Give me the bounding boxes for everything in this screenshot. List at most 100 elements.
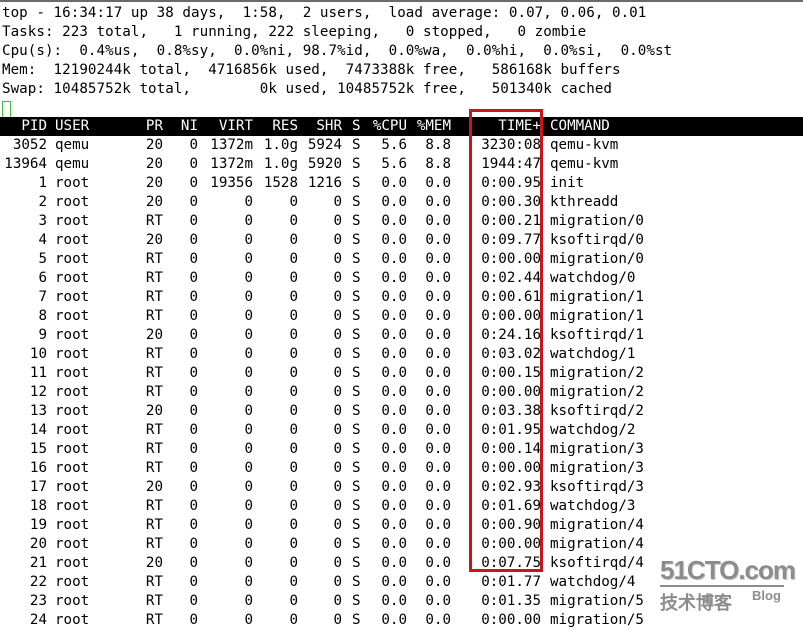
cell-pid: 5 [38, 251, 47, 267]
cell-shr: 1216 [307, 175, 342, 191]
cell-pid: 4 [38, 232, 47, 248]
cell-res: 0 [289, 384, 298, 400]
cell-mem: 0.0 [425, 574, 451, 590]
cell-user: root [55, 498, 90, 514]
cell-pr: 20 [145, 232, 163, 248]
cell-pid: 18 [29, 498, 47, 514]
cell-virt: 0 [244, 384, 253, 400]
cell-cpu: 0.0 [381, 441, 407, 457]
process-row[interactable]: 12 root RT 0 0 0 0 S 0.0 0.0 0:00.00 migration/2 [0, 383, 803, 402]
cell-res: 0 [289, 422, 298, 438]
cell-pr: RT [145, 289, 163, 305]
cell-pr: RT [145, 346, 163, 362]
cell-pid: 16 [29, 460, 47, 476]
cell-pid: 3052 [12, 137, 47, 153]
col-command[interactable]: COMMAND [550, 117, 610, 136]
col-ni[interactable]: NI [181, 117, 198, 136]
cell-mem: 0.0 [425, 194, 451, 210]
cell-mem: 0.0 [425, 289, 451, 305]
cell-state: S [352, 289, 361, 305]
col-cpu[interactable]: %CPU [373, 117, 407, 136]
cell-res: 0 [289, 270, 298, 286]
process-row[interactable]: 1 root 20 0 19356 1528 1216 S 0.0 0.0 0:00.95 init [0, 174, 803, 193]
cell-command: migration/2 [550, 365, 644, 381]
cell-pid: 13964 [4, 156, 47, 172]
col-shr[interactable]: SHR [316, 117, 342, 136]
cell-command: ksoftirqd/0 [550, 232, 644, 248]
cell-pr: 20 [145, 555, 163, 571]
cell-cpu: 0.0 [381, 270, 407, 286]
process-row[interactable]: 6 root RT 0 0 0 0 S 0.0 0.0 0:02.44 watchdog/0 [0, 269, 803, 288]
cell-cpu: 0.0 [381, 574, 407, 590]
col-virt[interactable]: VIRT [219, 117, 253, 136]
col-res[interactable]: RES [272, 117, 298, 136]
process-row[interactable]: 13964 qemu 20 0 1372m 1.0g 5920 S 5.6 8.8 1944:47 q… [0, 155, 803, 174]
process-row[interactable]: 13 root 20 0 0 0 0 S 0.0 0.0 0:03.38 ksoftirqd/2 [0, 402, 803, 421]
process-row[interactable]: 5 root RT 0 0 0 0 S 0.0 0.0 0:00.00 migration/0 [0, 250, 803, 269]
cell-command: qemu-kvm [550, 156, 619, 172]
cell-shr: 0 [333, 365, 342, 381]
cell-mem: 0.0 [425, 327, 451, 343]
cell-res: 0 [289, 536, 298, 552]
cell-user: root [55, 327, 90, 343]
process-row[interactable]: 4 root 20 0 0 0 0 S 0.0 0.0 0:09.77 ksoftirqd/0 [0, 231, 803, 250]
col-user[interactable]: USER [55, 117, 89, 136]
process-row[interactable]: 9 root 20 0 0 0 0 S 0.0 0.0 0:24.16 ksoftirqd/1 [0, 326, 803, 345]
swap-line: Swap: 10485752k total, 0k used, 10485752… [2, 81, 613, 97]
process-row[interactable]: 7 root RT 0 0 0 0 S 0.0 0.0 0:00.61 migration/1 [0, 288, 803, 307]
cell-virt: 1372m [210, 137, 253, 153]
cell-res: 0 [289, 327, 298, 343]
cell-ni: 0 [189, 251, 198, 267]
cell-ni: 0 [189, 213, 198, 229]
cell-ni: 0 [189, 384, 198, 400]
cell-mem: 0.0 [425, 270, 451, 286]
cell-pr: RT [145, 612, 163, 628]
process-row[interactable]: 15 root RT 0 0 0 0 S 0.0 0.0 0:00.14 migration/3 [0, 440, 803, 459]
cell-mem: 0.0 [425, 593, 451, 609]
cell-res: 0 [289, 365, 298, 381]
process-row[interactable]: 17 root 20 0 0 0 0 S 0.0 0.0 0:02.93 ksoftirqd/3 [0, 478, 803, 497]
cell-res: 0 [289, 593, 298, 609]
cell-mem: 0.0 [425, 403, 451, 419]
cell-user: root [55, 460, 90, 476]
cell-state: S [352, 574, 361, 590]
cell-pid: 24 [29, 612, 47, 628]
process-row[interactable]: 14 root RT 0 0 0 0 S 0.0 0.0 0:01.95 watchdog/2 [0, 421, 803, 440]
col-pr[interactable]: PR [146, 117, 163, 136]
cell-mem: 0.0 [425, 422, 451, 438]
cell-virt: 0 [244, 555, 253, 571]
cell-state: S [352, 137, 361, 153]
process-row[interactable]: 20 root RT 0 0 0 0 S 0.0 0.0 0:00.00 migration/4 [0, 535, 803, 554]
process-row[interactable]: 19 root RT 0 0 0 0 S 0.0 0.0 0:00.90 migration/4 [0, 516, 803, 535]
cell-cpu: 0.0 [381, 175, 407, 191]
cell-command: ksoftirqd/2 [550, 403, 644, 419]
process-row[interactable]: 16 root RT 0 0 0 0 S 0.0 0.0 0:00.00 migration/3 [0, 459, 803, 478]
cell-res: 0 [289, 403, 298, 419]
cell-pr: 20 [145, 403, 163, 419]
cell-mem: 0.0 [425, 346, 451, 362]
cell-command: migration/2 [550, 384, 644, 400]
process-row[interactable]: 8 root RT 0 0 0 0 S 0.0 0.0 0:00.00 migration/1 [0, 307, 803, 326]
cell-res: 0 [289, 555, 298, 571]
col-pid[interactable]: PID [21, 117, 47, 136]
cell-user: root [55, 270, 90, 286]
process-row[interactable]: 10 root RT 0 0 0 0 S 0.0 0.0 0:03.02 watchdog/1 [0, 345, 803, 364]
cell-shr: 0 [333, 327, 342, 343]
cell-res: 0 [289, 289, 298, 305]
cell-virt: 0 [244, 498, 253, 514]
cell-pid: 6 [38, 270, 47, 286]
cell-shr: 0 [333, 479, 342, 495]
cell-user: root [55, 612, 90, 628]
cell-shr: 0 [333, 251, 342, 267]
cell-shr: 0 [333, 422, 342, 438]
process-row[interactable]: 3052 qemu 20 0 1372m 1.0g 5924 S 5.6 8.8 3230:08 qe… [0, 136, 803, 155]
cell-state: S [352, 555, 361, 571]
terminal-cursor[interactable] [2, 101, 11, 118]
col-state[interactable]: S [352, 117, 361, 136]
process-row[interactable]: 11 root RT 0 0 0 0 S 0.0 0.0 0:00.15 migration/2 [0, 364, 803, 383]
process-row[interactable]: 3 root RT 0 0 0 0 S 0.0 0.0 0:00.21 migration/0 [0, 212, 803, 231]
process-row[interactable]: 18 root RT 0 0 0 0 S 0.0 0.0 0:01.69 watchdog/3 [0, 497, 803, 516]
col-mem[interactable]: %MEM [417, 117, 451, 136]
process-row[interactable]: 2 root 20 0 0 0 0 S 0.0 0.0 0:00.30 kthreadd [0, 193, 803, 212]
cell-virt: 0 [244, 213, 253, 229]
